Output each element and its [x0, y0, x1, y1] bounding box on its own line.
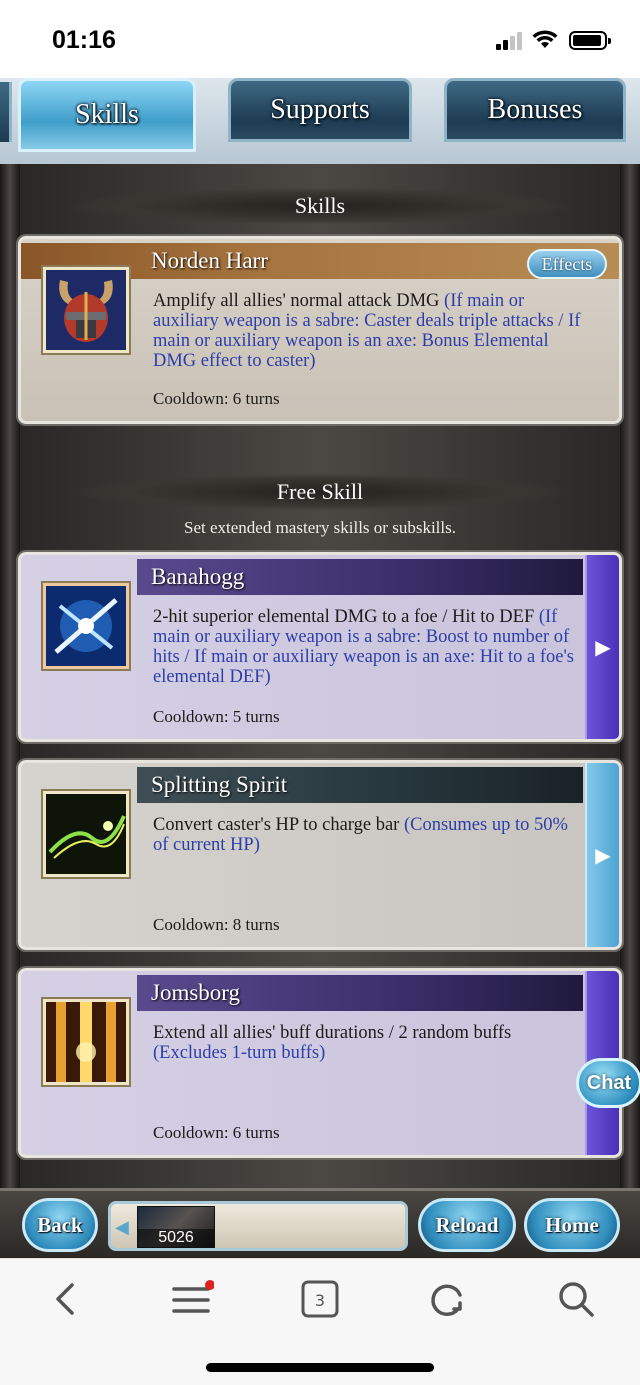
- tab-skills[interactable]: Skills: [18, 78, 196, 152]
- skill-cooldown: Cooldown: 5 turns: [153, 707, 280, 726]
- skill-card-splitting-spirit[interactable]: Splitting Spirit Convert caster's HP to …: [18, 760, 622, 950]
- skill-description: 2-hit superior elemental DMG to a foe / …: [153, 607, 575, 687]
- skill-description: Convert caster's HP to charge bar (Consu…: [153, 815, 583, 855]
- banner-thumbnail: 5026: [137, 1206, 215, 1248]
- green-wisp-icon: [43, 791, 129, 877]
- search-icon[interactable]: [554, 1277, 598, 1321]
- thumbnail-value: 5026: [138, 1229, 214, 1247]
- refresh-icon[interactable]: [426, 1277, 470, 1321]
- tab-count: 3: [315, 1291, 325, 1310]
- cellular-signal-icon: [496, 32, 524, 50]
- description-text: Convert caster's HP to charge bar: [153, 815, 404, 835]
- home-button[interactable]: Home: [524, 1198, 620, 1252]
- menu-icon[interactable]: [170, 1277, 214, 1321]
- free-skill-section-header: Free Skill: [70, 474, 570, 510]
- description-text: 2-hit superior elemental DMG to a foe / …: [153, 607, 539, 627]
- skill-name: Jomsborg: [137, 975, 583, 1011]
- description-text: Extend all allies' buff durations / 2 ra…: [153, 1023, 512, 1043]
- tab-bonuses[interactable]: Bonuses: [444, 78, 626, 142]
- game-nav-bar: Back ◀ 5026 Reload Home: [0, 1188, 640, 1258]
- expand-arrow-icon[interactable]: ▶: [585, 555, 619, 739]
- skill-cooldown: Cooldown: 6 turns: [153, 389, 280, 408]
- skill-cooldown: Cooldown: 8 turns: [153, 915, 280, 934]
- chat-button[interactable]: Chat: [576, 1058, 640, 1108]
- reload-button[interactable]: Reload: [418, 1198, 516, 1252]
- skill-card-norden-harr[interactable]: Norden Harr Effects Amplify all allies' …: [18, 236, 622, 424]
- status-bar: 01:16: [0, 0, 640, 78]
- wifi-icon: [532, 30, 558, 48]
- blue-slash-icon: [43, 583, 129, 669]
- tabs-icon[interactable]: 3: [298, 1277, 342, 1321]
- horned-helmet-icon: [43, 267, 129, 353]
- effects-button[interactable]: Effects: [527, 249, 607, 279]
- game-view: Skills Supports Bonuses Skills Norden Ha…: [0, 78, 640, 1258]
- tab-bar: Skills Supports Bonuses: [0, 78, 640, 164]
- skill-description: Extend all allies' buff durations / 2 ra…: [153, 1023, 579, 1063]
- skill-name: Banahogg: [137, 559, 583, 595]
- frame-left: [0, 164, 20, 1194]
- left-arrow-icon[interactable]: ◀: [115, 1217, 129, 1238]
- description-condition: (Excludes 1-turn buffs): [153, 1043, 326, 1063]
- skill-cooldown: Cooldown: 6 turns: [153, 1123, 280, 1142]
- skill-card-banahogg[interactable]: Banahogg 2-hit superior elemental DMG to…: [18, 552, 622, 742]
- fire-pillar-icon: [43, 999, 129, 1085]
- tab-edge: [0, 82, 12, 142]
- skills-section-header: Skills: [70, 188, 570, 224]
- home-indicator: [206, 1363, 434, 1372]
- party-banner[interactable]: ◀ 5026: [108, 1201, 408, 1251]
- back-chevron-icon[interactable]: [42, 1277, 86, 1321]
- expand-arrow-icon[interactable]: ▶: [585, 763, 619, 947]
- frame-right: [620, 164, 640, 1194]
- browser-toolbar: 3: [0, 1258, 640, 1385]
- tab-supports[interactable]: Supports: [228, 78, 412, 142]
- skill-card-jomsborg[interactable]: Jomsborg Extend all allies' buff duratio…: [18, 968, 622, 1158]
- free-skill-subtitle: Set extended mastery skills or subskills…: [184, 518, 456, 537]
- skill-description: Amplify all allies' normal attack DMG (I…: [153, 291, 593, 371]
- status-time: 01:16: [52, 26, 116, 54]
- description-text: Amplify all allies' normal attack DMG: [153, 291, 445, 311]
- skill-name: Splitting Spirit: [137, 767, 583, 803]
- battery-icon: [569, 31, 611, 50]
- back-button[interactable]: Back: [22, 1198, 98, 1252]
